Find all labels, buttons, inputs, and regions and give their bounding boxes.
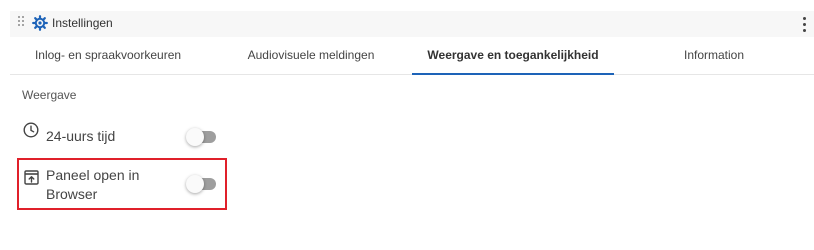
tab-audiovisual[interactable]: Audiovisuele meldingen [238, 38, 384, 74]
clock-icon [23, 122, 39, 143]
panel-header: Instellingen [10, 11, 814, 37]
tab-display-accessibility[interactable]: Weergave en toegankelijkheid [412, 38, 614, 75]
toggle-knob [186, 128, 204, 146]
gear-icon [32, 15, 48, 31]
tab-information[interactable]: Information [664, 38, 764, 74]
panel-title: Instellingen [52, 16, 113, 30]
toggle-24h-time[interactable] [186, 128, 216, 146]
drag-handle-icon[interactable] [18, 16, 24, 30]
highlight-box [17, 158, 227, 210]
more-options-icon[interactable] [802, 15, 806, 33]
tab-login-voice[interactable]: Inlog- en spraakvoorkeuren [28, 38, 188, 74]
setting-label-24h: 24-uurs tijd [46, 128, 116, 144]
tab-bar: Inlog- en spraakvoorkeuren Audiovisuele … [10, 38, 814, 75]
section-label: Weergave [22, 88, 77, 102]
